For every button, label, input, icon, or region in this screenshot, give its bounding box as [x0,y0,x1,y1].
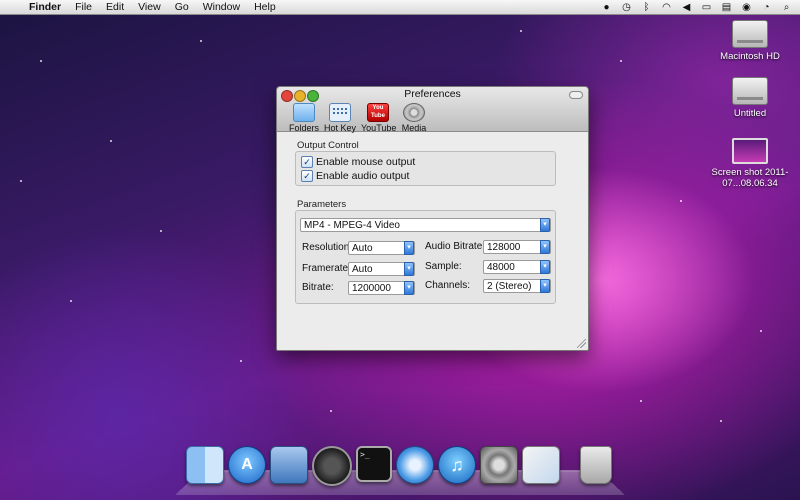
framerate-select[interactable]: Auto ▾ [348,262,415,276]
toolbar-label: YouTube [361,123,397,133]
checkbox-label: Enable audio output [316,170,410,182]
time-machine-icon[interactable]: ◷ [621,2,632,13]
channels-label: Channels: [425,280,471,291]
preferences-toolbar: Folders Hot Key You Tube YouTube Media [289,103,429,133]
channels-select[interactable]: 2 (Stereo) ▾ [483,279,551,293]
finder-icon[interactable] [186,446,224,484]
spotlight-icon[interactable]: ⌕ [781,2,792,13]
bluetooth-icon[interactable]: ᛒ [641,2,652,13]
flag-icon[interactable]: ▤ [721,2,732,13]
dashboard-icon[interactable] [312,446,352,486]
toolbar-label: Hot Key [323,123,356,133]
volume-icon[interactable]: ◀ [681,2,692,13]
youtube-icon-text-bottom: Tube [371,113,385,119]
folder-icon [293,103,315,122]
desktop-icon-screenshot[interactable]: Screen shot 2011-07...08.06.34 [705,138,795,189]
itunes-icon[interactable]: ♫ [438,446,476,484]
menu-file[interactable]: File [68,0,99,14]
chevron-down-icon: ▾ [404,281,414,295]
trash-icon[interactable] [580,446,612,484]
dock: A >_ ♫ [186,446,612,486]
toolbar-folders-button[interactable]: Folders [289,103,319,133]
window-titlebar[interactable]: Preferences Folders Hot Key You Tube You… [277,87,588,133]
safari-icon[interactable] [396,446,434,484]
checkbox-label: Enable mouse output [316,156,416,168]
menu-app-name[interactable]: Finder [22,0,68,14]
format-select[interactable]: MP4 - MPEG-4 Video ▾ [300,218,551,232]
screenshot-icon [732,138,768,164]
toolbar-youtube-button[interactable]: You Tube YouTube [361,103,397,133]
parameters-label: Parameters [297,199,347,210]
chevron-down-icon: ▾ [540,260,550,274]
system-preferences-icon[interactable] [480,446,518,484]
bitrate-value: 1200000 [352,283,391,294]
output-control-label: Output Control [297,140,359,151]
hard-drive-icon [732,77,768,105]
desktop-icon-label: Untitled [733,108,767,119]
sample-select[interactable]: 48000 ▾ [483,260,551,274]
chevron-down-icon: ▾ [540,279,550,293]
chevron-down-icon: ▾ [540,218,550,232]
menu-view[interactable]: View [131,0,168,14]
toolbar-toggle-button[interactable] [569,91,583,99]
audio-bitrate-label: Audio Bitrate: [425,241,486,252]
sample-label: Sample: [425,261,462,272]
battery-icon[interactable]: ▭ [701,2,712,13]
format-value: MP4 - MPEG-4 Video [304,220,400,231]
enable-mouse-output-checkbox[interactable]: ✓ Enable mouse output [301,156,415,168]
menu-help[interactable]: Help [247,0,283,14]
preview-icon[interactable] [522,446,560,484]
menu-edit[interactable]: Edit [99,0,131,14]
audio-bitrate-value: 128000 [487,242,521,253]
checkbox-checked-icon[interactable]: ✓ [301,156,313,168]
clock-icon[interactable]: ◔ [761,2,772,13]
hard-drive-icon [732,20,768,48]
audio-bitrate-select[interactable]: 128000 ▾ [483,240,551,254]
menu-window[interactable]: Window [196,0,247,14]
enable-audio-output-checkbox[interactable]: ✓ Enable audio output [301,170,409,182]
desktop-icon-macintosh-hd[interactable]: Macintosh HD [705,20,795,62]
resolution-value: Auto [352,243,373,254]
output-control-group: ✓ Enable mouse output ✓ Enable audio out… [295,151,556,186]
channels-value: 2 (Stereo) [487,281,532,292]
app-store-icon[interactable]: A [228,446,266,484]
wifi-icon[interactable]: ◠ [661,2,672,13]
youtube-icon-text-top: You [372,105,384,111]
toolbar-media-button[interactable]: Media [399,103,429,133]
bitrate-label: Bitrate: [302,282,334,293]
framerate-value: Auto [352,264,373,275]
desktop-icon-label: Screen shot 2011-07...08.06.34 [711,167,789,189]
toolbar-label: Media [401,123,427,133]
checkbox-checked-icon[interactable]: ✓ [301,170,313,182]
resolution-label: Resolution: [302,242,353,253]
window-title: Preferences [404,88,461,100]
status-app-icon[interactable]: ● [601,2,612,13]
keyboard-icon [329,103,351,122]
chevron-down-icon: ▾ [540,240,550,254]
resolution-select[interactable]: Auto ▾ [348,241,415,255]
toolbar-label: Folders [289,123,320,133]
menu-bar: Finder File Edit View Go Window Help ● ◷… [0,0,800,15]
chevron-down-icon: ▾ [404,262,414,276]
preferences-window: Preferences Folders Hot Key You Tube You… [276,86,589,351]
menu-go[interactable]: Go [168,0,196,14]
chevron-down-icon: ▾ [404,241,414,255]
terminal-icon[interactable]: >_ [356,446,392,482]
resize-grip-icon[interactable] [577,339,586,348]
bitrate-select[interactable]: 1200000 ▾ [348,281,415,295]
sample-value: 48000 [487,262,515,273]
desktop-icon-label: Macintosh HD [720,51,780,62]
framerate-label: Framerate: [302,263,351,274]
user-icon[interactable]: ◉ [741,2,752,13]
xcode-icon[interactable] [270,446,308,484]
youtube-icon: You Tube [367,103,389,122]
parameters-group: MP4 - MPEG-4 Video ▾ Resolution: Auto ▾ … [295,210,556,304]
toolbar-hotkey-button[interactable]: Hot Key [323,103,357,133]
gear-icon [403,103,425,122]
desktop-icon-untitled[interactable]: Untitled [705,77,795,119]
